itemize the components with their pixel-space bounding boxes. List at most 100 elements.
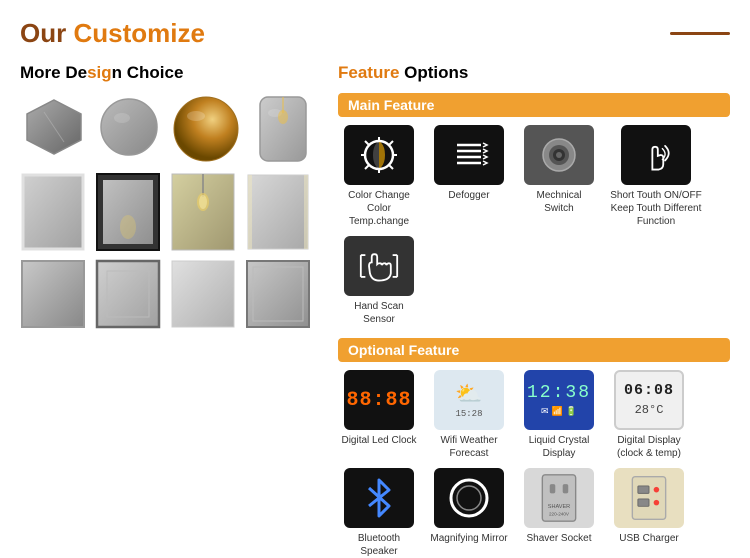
mechanical-switch-icon [539,135,579,175]
pendant-shape [170,172,236,252]
hand-scan-icon-box [344,236,414,296]
digital-led-clock-icon-box: 88:88 [344,370,414,430]
wifi-weather-icon-box: ⛅ 15:28 [434,370,504,430]
mechanical-switch-label: MechnicalSwitch [536,189,581,215]
usb-icon-box [614,468,684,528]
design-row-2 [20,172,320,252]
hexagon-shape [24,97,84,157]
feature-item-usb-charger: USB Charger [608,468,690,558]
feature-item-digital-led-clock: 88:88 Digital Led Clock [338,370,420,460]
square-mirror-3 [170,259,238,331]
tall-rect-mirror [20,172,88,252]
lcd-time: 12:38 [527,383,591,403]
feature-item-color-change: Color ChangeColor Temp.change [338,125,420,228]
feature-item-hand-scan: Hand Scan Sensor [338,236,420,326]
design-grid [20,93,320,331]
page: Our Customize More Design Choice [0,0,750,536]
feature-highlight: Feature [338,63,399,82]
color-change-icon-box [344,125,414,185]
black-frame-mirror [95,172,163,252]
design-row-3 [20,259,320,331]
title-prefix: Our [20,18,73,48]
touch-icon [636,133,676,177]
feature-item-short-touch: Short Touth ON/OFFKeep Touth DifferentFu… [608,125,704,228]
magnify-label: Magnifying Mirror [430,532,507,545]
slim-shape [245,172,311,252]
main-feature-header: Main Feature [338,93,730,117]
feature-item-wifi-weather: ⛅ 15:28 Wifi Weather Forecast [428,370,510,460]
main-content: More Design Choice [20,63,730,558]
svg-text:SHAVER: SHAVER [548,504,570,510]
page-title: Our Customize [20,18,205,49]
round-mirror [95,93,163,161]
design-highlight: sig [87,63,112,82]
sq2-shape [95,259,161,329]
svg-text:220-240V: 220-240V [549,512,570,517]
hand-scan-icon [359,244,399,288]
optional-row-2: Bluetooth Speaker Magnifying Mirror [338,468,730,558]
touch-icon-box [621,125,691,185]
digital-display-icon-box: 06:08 28°C [614,370,684,430]
optional-feature-header: Optional Feature [338,338,730,362]
short-touch-label: Short Touth ON/OFFKeep Touth DifferentFu… [610,189,702,228]
mechanical-switch-icon-box [524,125,594,185]
sq4-shape [245,259,311,329]
sq3-shape [170,259,236,329]
bluetooth-icon-box [344,468,414,528]
tall-rect-shape [20,172,86,252]
weather-icon: ⛅ [455,381,482,407]
feature-item-shaver-socket: SHAVER 220-240V Shaver Socket [518,468,600,558]
feature-item-mechanical-switch: MechnicalSwitch [518,125,600,228]
round-shape [98,96,160,158]
usb-charger-icon [627,473,671,523]
magnify-icon [447,476,491,520]
header-decorative-line [670,32,730,35]
circle-warm-mirror [170,93,242,165]
black-frame-shape [95,172,161,252]
color-change-label: Color ChangeColor Temp.change [338,189,420,228]
magnify-icon-box [434,468,504,528]
bluetooth-icon [363,478,395,518]
usb-label: USB Charger [619,532,678,545]
page-header: Our Customize [20,18,730,49]
feature-section-title: Feature Options [338,63,730,83]
defogger-icon-box [434,125,504,185]
sq1-shape [20,259,86,329]
hexagon-mirror [20,93,88,161]
title-highlight: Customize [73,18,204,48]
square-mirror-1 [20,259,88,331]
design-row-1 [20,93,320,165]
digital-display-label: Digital Display(clock & temp) [617,434,681,460]
slim-mirror [245,172,313,252]
optional-feature-grid: 88:88 Digital Led Clock ⛅ 15:28 Wifi Wea… [338,370,730,558]
design-section-title: More Design Choice [20,63,320,83]
feature-item-magnifying-mirror: Magnifying Mirror [428,468,510,558]
defogger-icon [449,133,489,177]
portrait-mirror [249,93,317,165]
feature-item-defogger: Defogger [428,125,510,228]
right-column: Feature Options Main Feature [338,63,730,558]
shaver-label: Shaver Socket [526,532,591,545]
left-column: More Design Choice [20,63,320,558]
weather-temp: 15:28 [455,409,482,419]
digi-temp: 28°C [635,403,664,419]
hand-scan-label: Hand Scan Sensor [338,300,420,326]
color-change-icon [359,135,399,175]
square-mirror-2 [95,259,163,331]
optional-row-1: 88:88 Digital Led Clock ⛅ 15:28 Wifi Wea… [338,370,730,460]
shaver-socket-icon: SHAVER 220-240V [537,473,581,523]
lcd-icon-box: 12:38 ✉ 📶 🔋 [524,370,594,430]
feature-item-digital-display: 06:08 28°C Digital Display(clock & temp) [608,370,690,460]
square-mirror-4 [245,259,313,331]
portrait-shape [258,95,308,163]
pendant-mirror [170,172,238,252]
digi-time: 06:08 [624,381,674,401]
shaver-icon-box: SHAVER 220-240V [524,468,594,528]
main-feature-items: Color ChangeColor Temp.change [338,125,730,326]
digital-led-clock-label: Digital Led Clock [341,434,416,447]
defogger-label: Defogger [448,189,489,202]
lcd-icons: ✉ 📶 🔋 [541,407,577,417]
wifi-weather-label: Wifi Weather Forecast [428,434,510,460]
feature-item-bluetooth-speaker: Bluetooth Speaker [338,468,420,558]
warm-circle-shape [171,94,241,164]
